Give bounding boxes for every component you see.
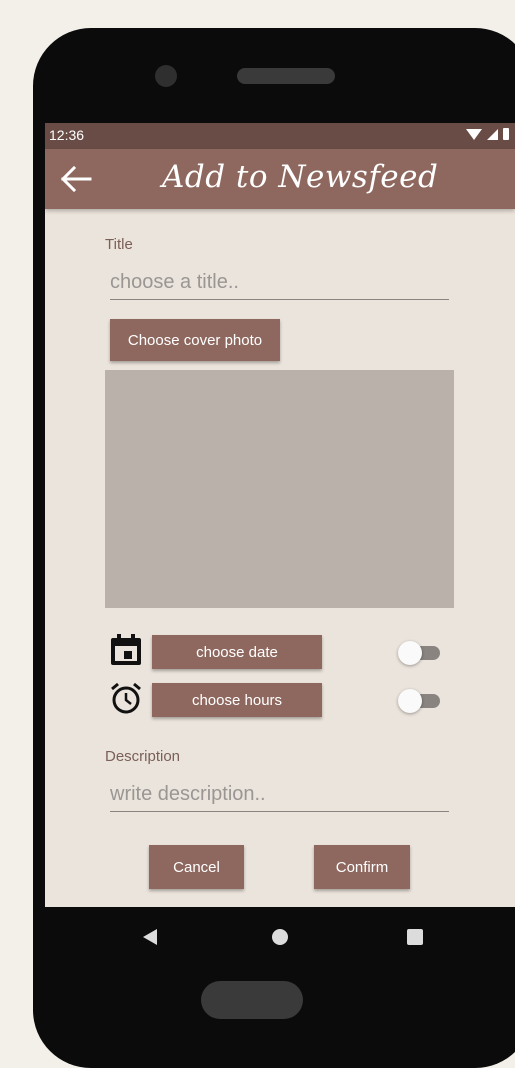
- battery-icon: [503, 128, 509, 140]
- title-label: Title: [105, 236, 133, 253]
- date-toggle[interactable]: [398, 641, 440, 665]
- wifi-icon: [466, 128, 482, 140]
- status-bar: 12:36: [45, 123, 515, 149]
- confirm-button[interactable]: Confirm: [314, 845, 410, 889]
- hours-toggle-knob: [398, 689, 422, 713]
- choose-cover-photo-button[interactable]: Choose cover photo: [110, 319, 280, 361]
- earpiece-speaker: [237, 68, 335, 84]
- description-input[interactable]: [110, 783, 449, 812]
- cell-signal-icon: [487, 128, 498, 140]
- calendar-icon: [111, 634, 141, 665]
- front-camera: [155, 65, 177, 87]
- device-home-button[interactable]: [201, 981, 303, 1019]
- title-input[interactable]: [110, 271, 449, 300]
- status-icons: [466, 128, 509, 140]
- choose-hours-button[interactable]: choose hours: [152, 683, 322, 717]
- page-title: Add to Newsfeed: [162, 159, 439, 195]
- status-time: 12:36: [49, 127, 85, 143]
- choose-date-button[interactable]: choose date: [152, 635, 322, 669]
- description-label: Description: [105, 748, 181, 765]
- alarm-clock-icon: [111, 682, 141, 714]
- arrow-left-icon[interactable]: [59, 165, 93, 193]
- system-nav-bar: [45, 907, 515, 967]
- hours-toggle[interactable]: [398, 689, 440, 713]
- date-toggle-knob: [398, 641, 422, 665]
- nav-back-icon[interactable]: [143, 929, 157, 945]
- nav-home-icon[interactable]: [272, 929, 288, 945]
- cover-photo-preview: [105, 370, 454, 608]
- app-screen: 12:36 Add to Newsfeed Title Choose cover…: [45, 123, 515, 935]
- nav-recent-apps-icon[interactable]: [407, 929, 423, 945]
- cancel-button[interactable]: Cancel: [149, 845, 244, 889]
- app-bar: Add to Newsfeed: [45, 149, 515, 209]
